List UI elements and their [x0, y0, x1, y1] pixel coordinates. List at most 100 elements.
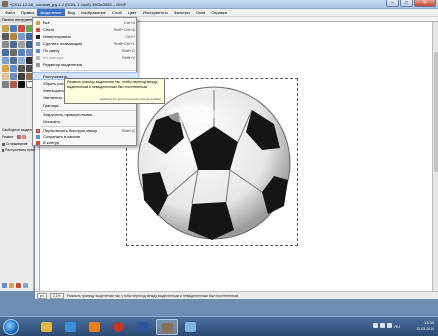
smudge-tool-icon[interactable] [2, 81, 9, 88]
clock-date[interactable]: 31.03.2014 [416, 326, 434, 332]
feather-tooltip: Размыть границу выделения так, чтобы пер… [64, 78, 165, 104]
menu-item-distort[interactable]: Исказить... [33, 118, 138, 126]
soccer-ball-image [137, 86, 291, 240]
free-select-tool-icon[interactable] [18, 25, 25, 32]
dodge-burn-tool-icon[interactable] [10, 81, 17, 88]
align-tool-icon[interactable] [2, 49, 9, 56]
feather-label: Растушевать края [5, 148, 35, 152]
status-bar: px 3.1% Размыть границу выделения так, ч… [35, 291, 438, 299]
minimize-button[interactable]: – [386, 0, 399, 7]
tooltip-text: Размыть границу выделения так, чтобы пер… [67, 80, 158, 89]
window-title: *[2011-12-28_ combat(.jpg-1.0 (RGB, 1 сл… [10, 2, 127, 7]
ellipse-select-tool-icon[interactable] [10, 25, 17, 32]
select-none-icon [36, 28, 40, 32]
maximize-button[interactable]: □ [400, 0, 413, 7]
firefox-icon [89, 322, 100, 332]
color-picker-tool-icon[interactable] [2, 41, 9, 48]
zoom-selector[interactable]: 3.1% [49, 292, 64, 299]
vertical-scrollbar[interactable] [432, 22, 438, 291]
eraser-tool-icon[interactable] [2, 73, 9, 80]
unit-selector[interactable]: px [37, 292, 47, 299]
close-button[interactable]: ✕ [414, 0, 436, 7]
system-tray-icons [373, 323, 392, 328]
taskbar-gimp[interactable] [156, 319, 178, 335]
scissors-tool-icon[interactable] [10, 33, 17, 40]
tool-options: Свободное выделение Режим: Сглаживание Р… [0, 127, 34, 153]
mode-replace-icon[interactable] [16, 135, 21, 139]
menu-select[interactable]: Выделение [37, 9, 65, 16]
airbrush-tool-icon[interactable] [10, 73, 17, 80]
menu-help[interactable]: Справка [208, 9, 230, 16]
tray-volume-icon[interactable] [380, 323, 385, 328]
window-controls: – □ ✕ [386, 0, 436, 7]
feather-checkbox[interactable] [2, 148, 4, 152]
shear-tool-icon[interactable] [2, 57, 9, 64]
mode-buttons [15, 134, 28, 140]
crop-tool-icon[interactable] [10, 49, 17, 56]
mode-add-icon[interactable] [21, 135, 26, 139]
taskbar-explorer[interactable] [36, 319, 58, 335]
start-orb-icon[interactable] [3, 319, 19, 335]
title-bar: *[2011-12-28_ combat(.jpg-1.0 (RGB, 1 сл… [0, 0, 438, 9]
menu-item-selection-editor[interactable]: Редактор выделения [33, 61, 138, 69]
status-message: Размыть границу выделения так, чтобы пер… [66, 293, 239, 298]
menu-windows[interactable]: Окна [193, 9, 208, 16]
menu-edit[interactable]: Правка [18, 9, 38, 16]
tray-network-icon[interactable] [373, 323, 378, 328]
menu-layer[interactable]: Слой [109, 9, 125, 16]
ink-tool-icon[interactable] [18, 73, 25, 80]
menu-item-to-path[interactable]: В контур [33, 139, 138, 147]
taskbar-paint[interactable] [180, 319, 202, 335]
menu-filters[interactable]: Фильтры [171, 9, 193, 16]
zoom-tool-icon[interactable] [10, 41, 17, 48]
foreground-color-swatch[interactable] [18, 81, 25, 88]
mode-row: Режим: [0, 133, 34, 141]
mode-label: Режим: [2, 135, 14, 139]
opera-icon [113, 322, 124, 332]
flip-tool-icon[interactable] [18, 57, 25, 64]
pencil-tool-icon[interactable] [18, 65, 25, 72]
toolbox-bottom-icons [2, 283, 28, 288]
menu-file[interactable]: Файл [2, 9, 18, 16]
restore-options-icon[interactable] [9, 283, 14, 288]
language-indicator[interactable]: RU [394, 324, 400, 329]
blend-tool-icon[interactable] [10, 65, 17, 72]
delete-options-icon[interactable] [16, 283, 21, 288]
menu-bar: Файл Правка Выделение Вид Изображение Сл… [0, 9, 438, 17]
perspective-tool-icon[interactable] [10, 57, 17, 64]
gimp-app-icon [2, 1, 8, 7]
gimp-icon [162, 323, 173, 333]
selection-editor-icon [36, 63, 40, 67]
tray-flag-icon[interactable] [387, 323, 392, 328]
menu-view[interactable]: Вид [65, 9, 78, 16]
foreground-select-tool-icon[interactable] [18, 33, 25, 40]
rect-select-tool-icon[interactable] [2, 25, 9, 32]
feather-row[interactable]: Растушевать края [0, 147, 34, 153]
tool-grid [0, 23, 33, 90]
antialias-label: Сглаживание [6, 142, 28, 146]
system-tray: RU 13:30 31.03.2014 [394, 320, 434, 332]
float-icon [36, 42, 40, 46]
taskbar-word[interactable] [132, 319, 154, 335]
menu-image[interactable]: Изображение [78, 9, 109, 16]
reset-options-icon[interactable] [23, 283, 28, 288]
toolbox-header: Панель инструментов [0, 17, 33, 23]
rotate-tool-icon[interactable] [18, 49, 25, 56]
save-options-icon[interactable] [2, 283, 7, 288]
by-color-icon [36, 49, 40, 53]
color-select-tool-icon[interactable] [2, 33, 9, 40]
antialias-checkbox[interactable] [2, 142, 5, 146]
select-all-icon [36, 21, 40, 25]
taskbar-media-player[interactable] [60, 319, 82, 335]
taskbar-opera[interactable] [108, 319, 130, 335]
toolbox-panel: Панель инструментов Свободн [0, 17, 34, 291]
taskbar-firefox[interactable] [84, 319, 106, 335]
explorer-icon [41, 322, 52, 332]
scrollbar-thumb[interactable] [434, 52, 438, 172]
media-player-icon [65, 322, 76, 332]
menu-tools[interactable]: Инструменты [140, 9, 171, 16]
menu-separator [41, 70, 136, 71]
bucket-fill-tool-icon[interactable] [2, 65, 9, 72]
measure-tool-icon[interactable] [18, 41, 25, 48]
menu-colors[interactable]: Цвет [125, 9, 140, 16]
